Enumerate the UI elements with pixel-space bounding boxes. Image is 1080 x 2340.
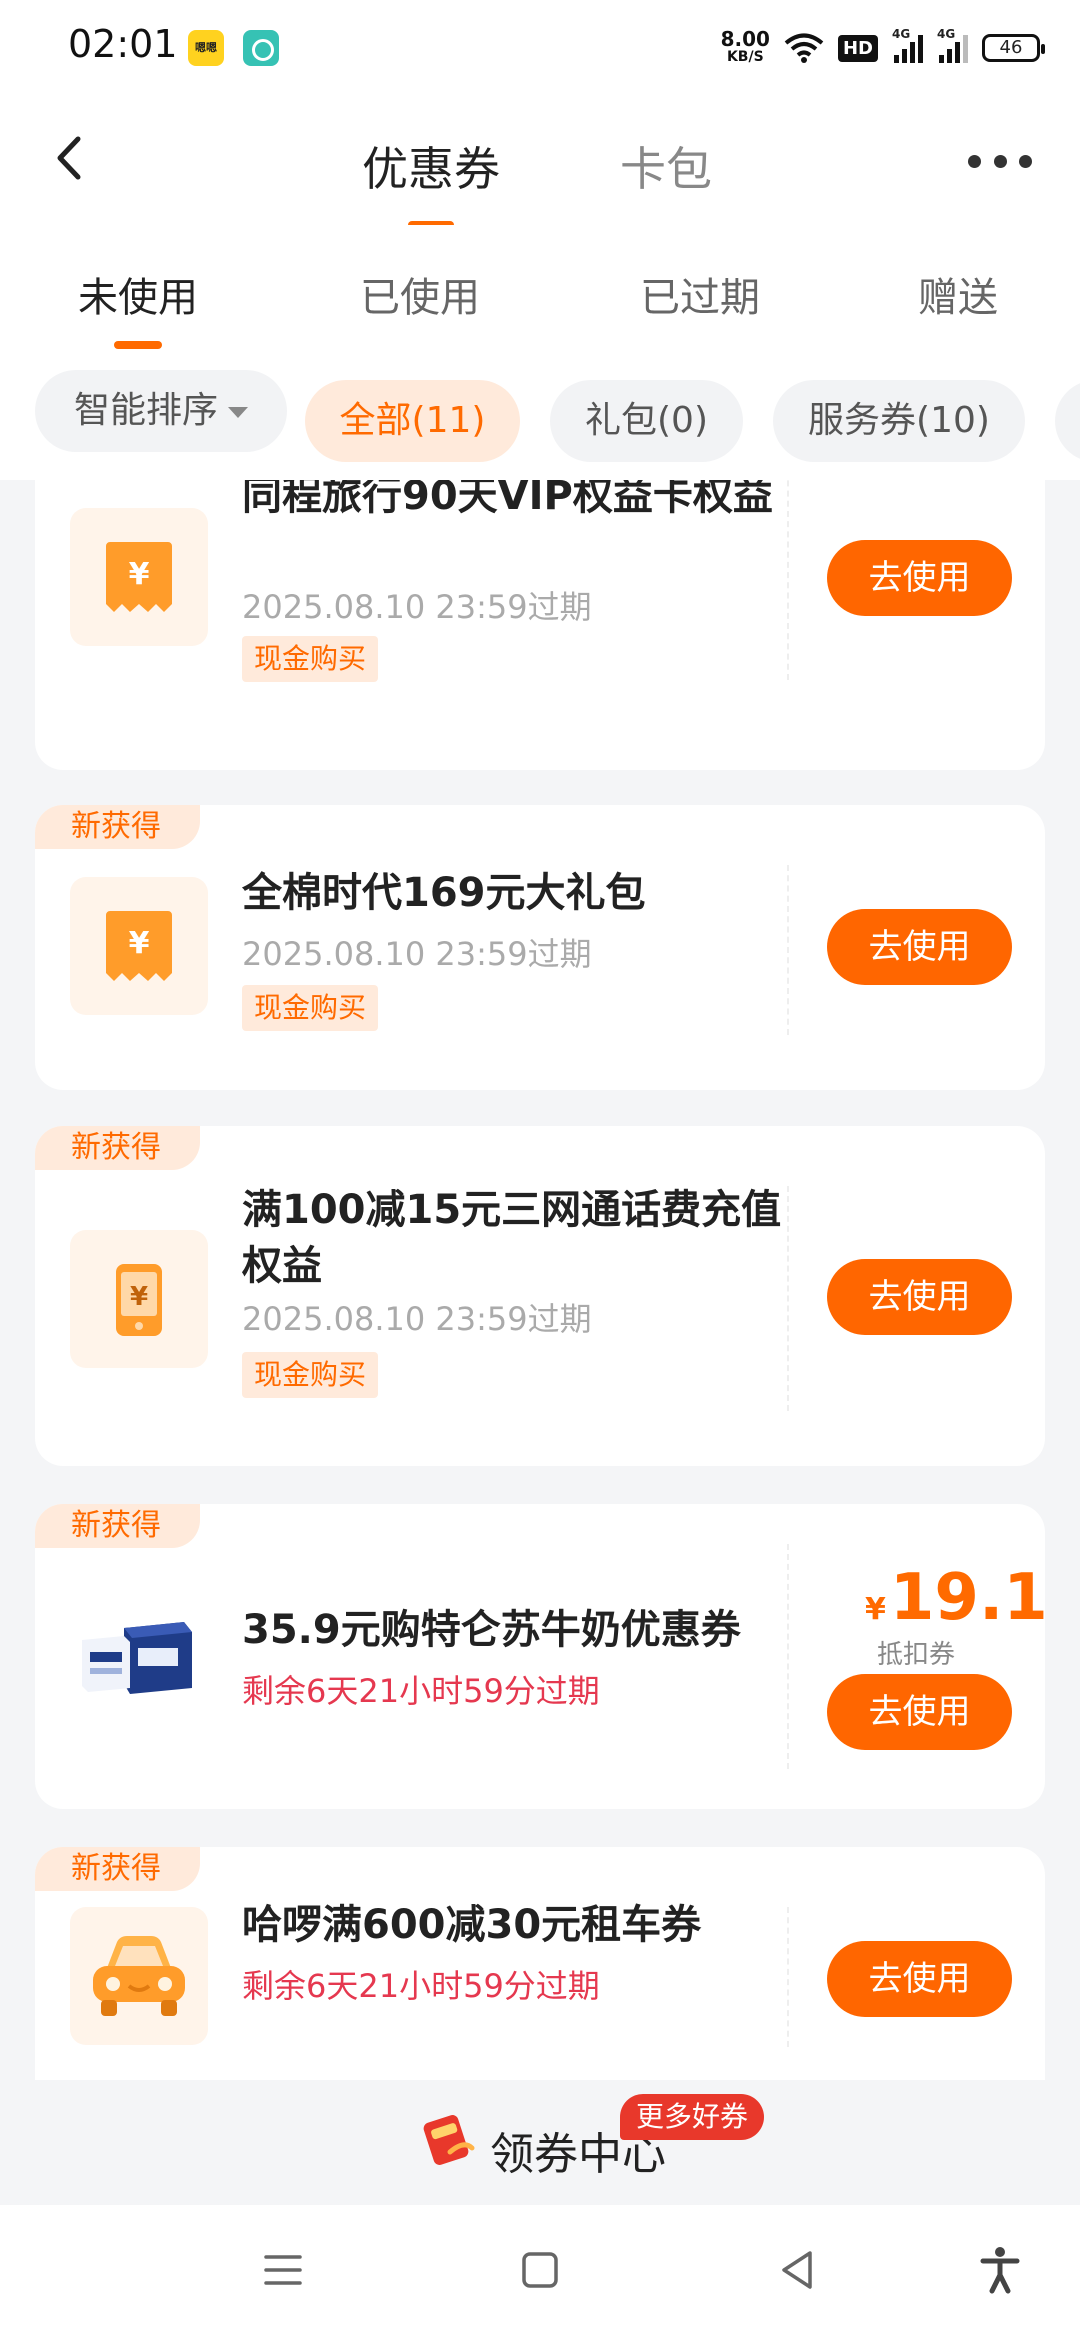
coupon-expiry: 2025.08.10 23:59过期 [242,588,592,626]
use-coupon-button[interactable]: 去使用 [827,1259,1012,1335]
caret-down-icon [228,406,248,418]
tab-unused[interactable]: 未使用 [78,265,198,349]
coupon-expiry: 2025.08.10 23:59过期 [242,935,592,973]
card-divider [787,1544,789,1769]
tab-expired[interactable]: 已过期 [640,265,760,323]
coupon-thumbnail: ¥ [70,877,208,1015]
svg-text:¥: ¥ [129,926,150,961]
back-arrow-icon[interactable] [48,135,94,181]
battery-icon: 46 [982,34,1045,62]
coupon-tag: 现金购买 [242,985,379,1031]
use-coupon-button[interactable]: 去使用 [827,1674,1012,1750]
signal-icon: 4G [937,27,968,63]
coupon-center-icon [423,2115,475,2165]
filter-chip-more[interactable] [1055,380,1080,462]
new-badge: 新获得 [35,1504,200,1548]
more-coupons-badge: 更多好券 [620,2094,765,2140]
coupon-title: 哈啰满600减30元租车券 [242,1902,702,1948]
coupon-card[interactable]: 新获得 哈啰满600减30元租车券 剩余6天21小时59分过期 去使用 [35,1847,1045,2080]
coupon-title: 同程旅行90天VIP权益卡权益 [242,480,773,519]
coupon-title: 满100减15元三网通话费充值权益 [242,1187,782,1289]
hd-voice-icon: HD [837,34,878,62]
active-subtab-indicator [114,341,162,349]
filter-chip-all[interactable]: 全部(11) [305,380,520,462]
sort-dropdown[interactable]: 智能排序 [35,370,287,452]
chat-notification-icon [243,30,279,66]
coupon-card[interactable]: 新获得 35.9元购特仑苏牛奶优惠券 剩余6天21小时59分过期 ¥19.1 抵… [35,1504,1048,1809]
coupon-card[interactable]: ¥ 同程旅行90天VIP权益卡权益 2025.08.10 23:59过期 现金购… [35,480,1045,770]
phone-recharge-icon: ¥ [116,1264,162,1336]
more-options-icon[interactable] [968,155,1032,169]
coupon-card[interactable]: 新获得 ¥ 全棉时代169元大礼包 2025.08.10 23:59过期 现金购… [35,805,1045,1090]
use-coupon-button[interactable]: 去使用 [827,1941,1012,2017]
home-icon[interactable] [515,2245,565,2295]
signal-icon: 4G [892,27,923,63]
coupon-expiry: 2025.08.10 23:59过期 [242,1300,592,1338]
filter-chip-gift-pack[interactable]: 礼包(0) [550,380,743,462]
coupon-tag: 现金购买 [242,1352,379,1398]
coupon-center-bar[interactable]: 领券中心 更多好券 [0,2080,1080,2205]
coupon-card[interactable]: 新获得 ¥ 满100减15元三网通话费充值权益 2025.08.10 23:59… [35,1126,1045,1466]
coupon-title: 全棉时代169元大礼包 [242,870,646,916]
new-badge: 新获得 [35,1847,200,1891]
coupon-expiry: 剩余6天21小时59分过期 [242,1672,600,1710]
card-divider [787,1907,789,2047]
coupon-title: 35.9元购特仑苏牛奶优惠券 [242,1607,741,1653]
filter-chip-service[interactable]: 服务券(10) [773,380,1025,462]
wifi-icon [784,33,824,63]
top-header: 优惠券 卡包 [0,95,1080,229]
status-time: 02:01 [68,22,178,66]
back-icon[interactable] [774,2245,824,2295]
ticket-icon: ¥ [106,542,172,612]
svg-text:¥: ¥ [130,1282,148,1312]
tab-used[interactable]: 已使用 [360,265,480,323]
use-coupon-button[interactable]: 去使用 [827,909,1012,985]
card-divider [787,480,789,680]
coupon-thumbnail [70,1588,208,1726]
status-bar: 02:01 嗯嗯 8.00 KB/S HD 4G 4G 46 [0,0,1080,95]
coupon-list: ¥ 同程旅行90天VIP权益卡权益 2025.08.10 23:59过期 现金购… [0,480,1080,2080]
coupon-thumbnail [70,1907,208,2045]
use-coupon-button[interactable]: 去使用 [827,540,1012,616]
tab-card-wallet[interactable]: 卡包 [620,133,712,199]
status-tabs: 未使用 已使用 已过期 赠送 [0,225,1080,355]
system-nav-bar [0,2205,1080,2340]
status-indicators: 8.00 KB/S HD 4G 4G 46 [720,26,1045,70]
card-divider [787,865,789,1035]
network-speed: 8.00 KB/S [720,27,770,65]
coupon-expiry: 剩余6天21小时59分过期 [242,1967,600,2005]
new-badge: 新获得 [35,805,200,849]
coupon-thumbnail: ¥ [70,508,208,646]
tab-gifted[interactable]: 赠送 [918,265,998,323]
new-badge: 新获得 [35,1126,200,1170]
app-notification-icon: 嗯嗯 [188,30,224,66]
svg-text:¥: ¥ [129,557,150,592]
car-icon [93,1936,185,2016]
discount-type-label: 抵扣券 [877,1640,956,1670]
card-divider [787,1186,789,1411]
coupon-tag: 现金购买 [242,636,379,682]
discount-amount: ¥19.1 [865,1561,1048,1635]
menu-icon[interactable] [258,2245,308,2295]
coupon-thumbnail: ¥ [70,1230,208,1368]
accessibility-icon[interactable] [975,2245,1025,2295]
ticket-icon: ¥ [106,911,172,981]
milk-product-image [82,1622,192,1694]
tab-coupons[interactable]: 优惠券 [362,133,500,229]
filter-bar: 智能排序 全部(11) 礼包(0) 服务券(10) [0,355,1080,480]
